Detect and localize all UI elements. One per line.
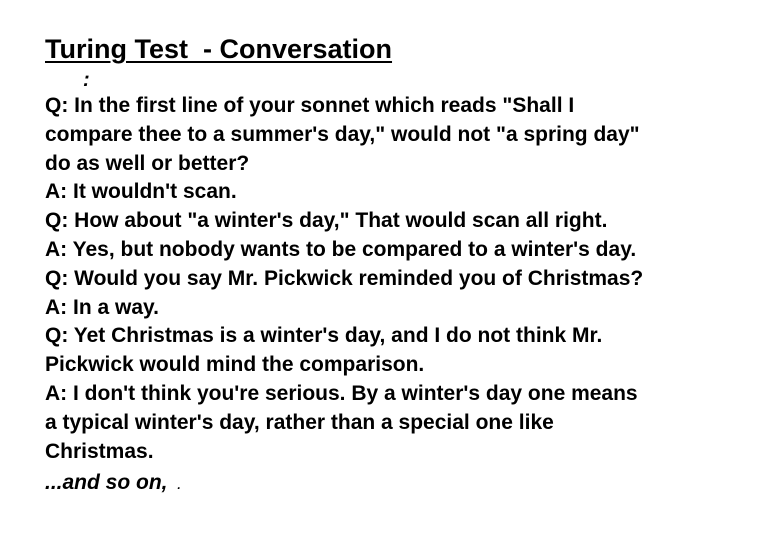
page-title: Turing Test - Conversation	[45, 34, 393, 64]
dialogue-line: A: In a way.	[45, 295, 159, 319]
ending-line: ...and so on, .	[45, 468, 745, 500]
dialogue-block: Q: In the first line of your sonnet whic…	[45, 92, 745, 466]
dialogue-line: do as well or better?	[45, 151, 250, 175]
slide: Turing Test - Conversation : Q: In the f…	[45, 30, 745, 500]
dialogue-line: Pickwick would mind the comparison.	[45, 353, 425, 377]
dialogue-line: a typical winter's day, rather than a sp…	[45, 410, 554, 434]
dialogue-line: compare thee to a summer's day," would n…	[45, 122, 640, 146]
dialogue-line: Q: Would you say Mr. Pickwick reminded y…	[45, 266, 644, 290]
ending-text: ...and so on,	[45, 471, 168, 495]
dialogue-line: A: Yes, but nobody wants to be compared …	[45, 237, 637, 261]
dialogue-line: Q: How about "a winter's day," That woul…	[45, 209, 608, 233]
ending-dot: .	[177, 478, 181, 493]
dialogue-line: A: I don't think you're serious. By a wi…	[45, 381, 638, 405]
colon-mark: :	[83, 69, 90, 91]
dialogue-line: Q: In the first line of your sonnet whic…	[45, 94, 575, 117]
dialogue-line: A: It wouldn't scan.	[45, 180, 237, 204]
dialogue-line: Christmas.	[45, 439, 154, 463]
dialogue-line: Q: Yet Christmas is a winter's day, and …	[45, 324, 603, 348]
